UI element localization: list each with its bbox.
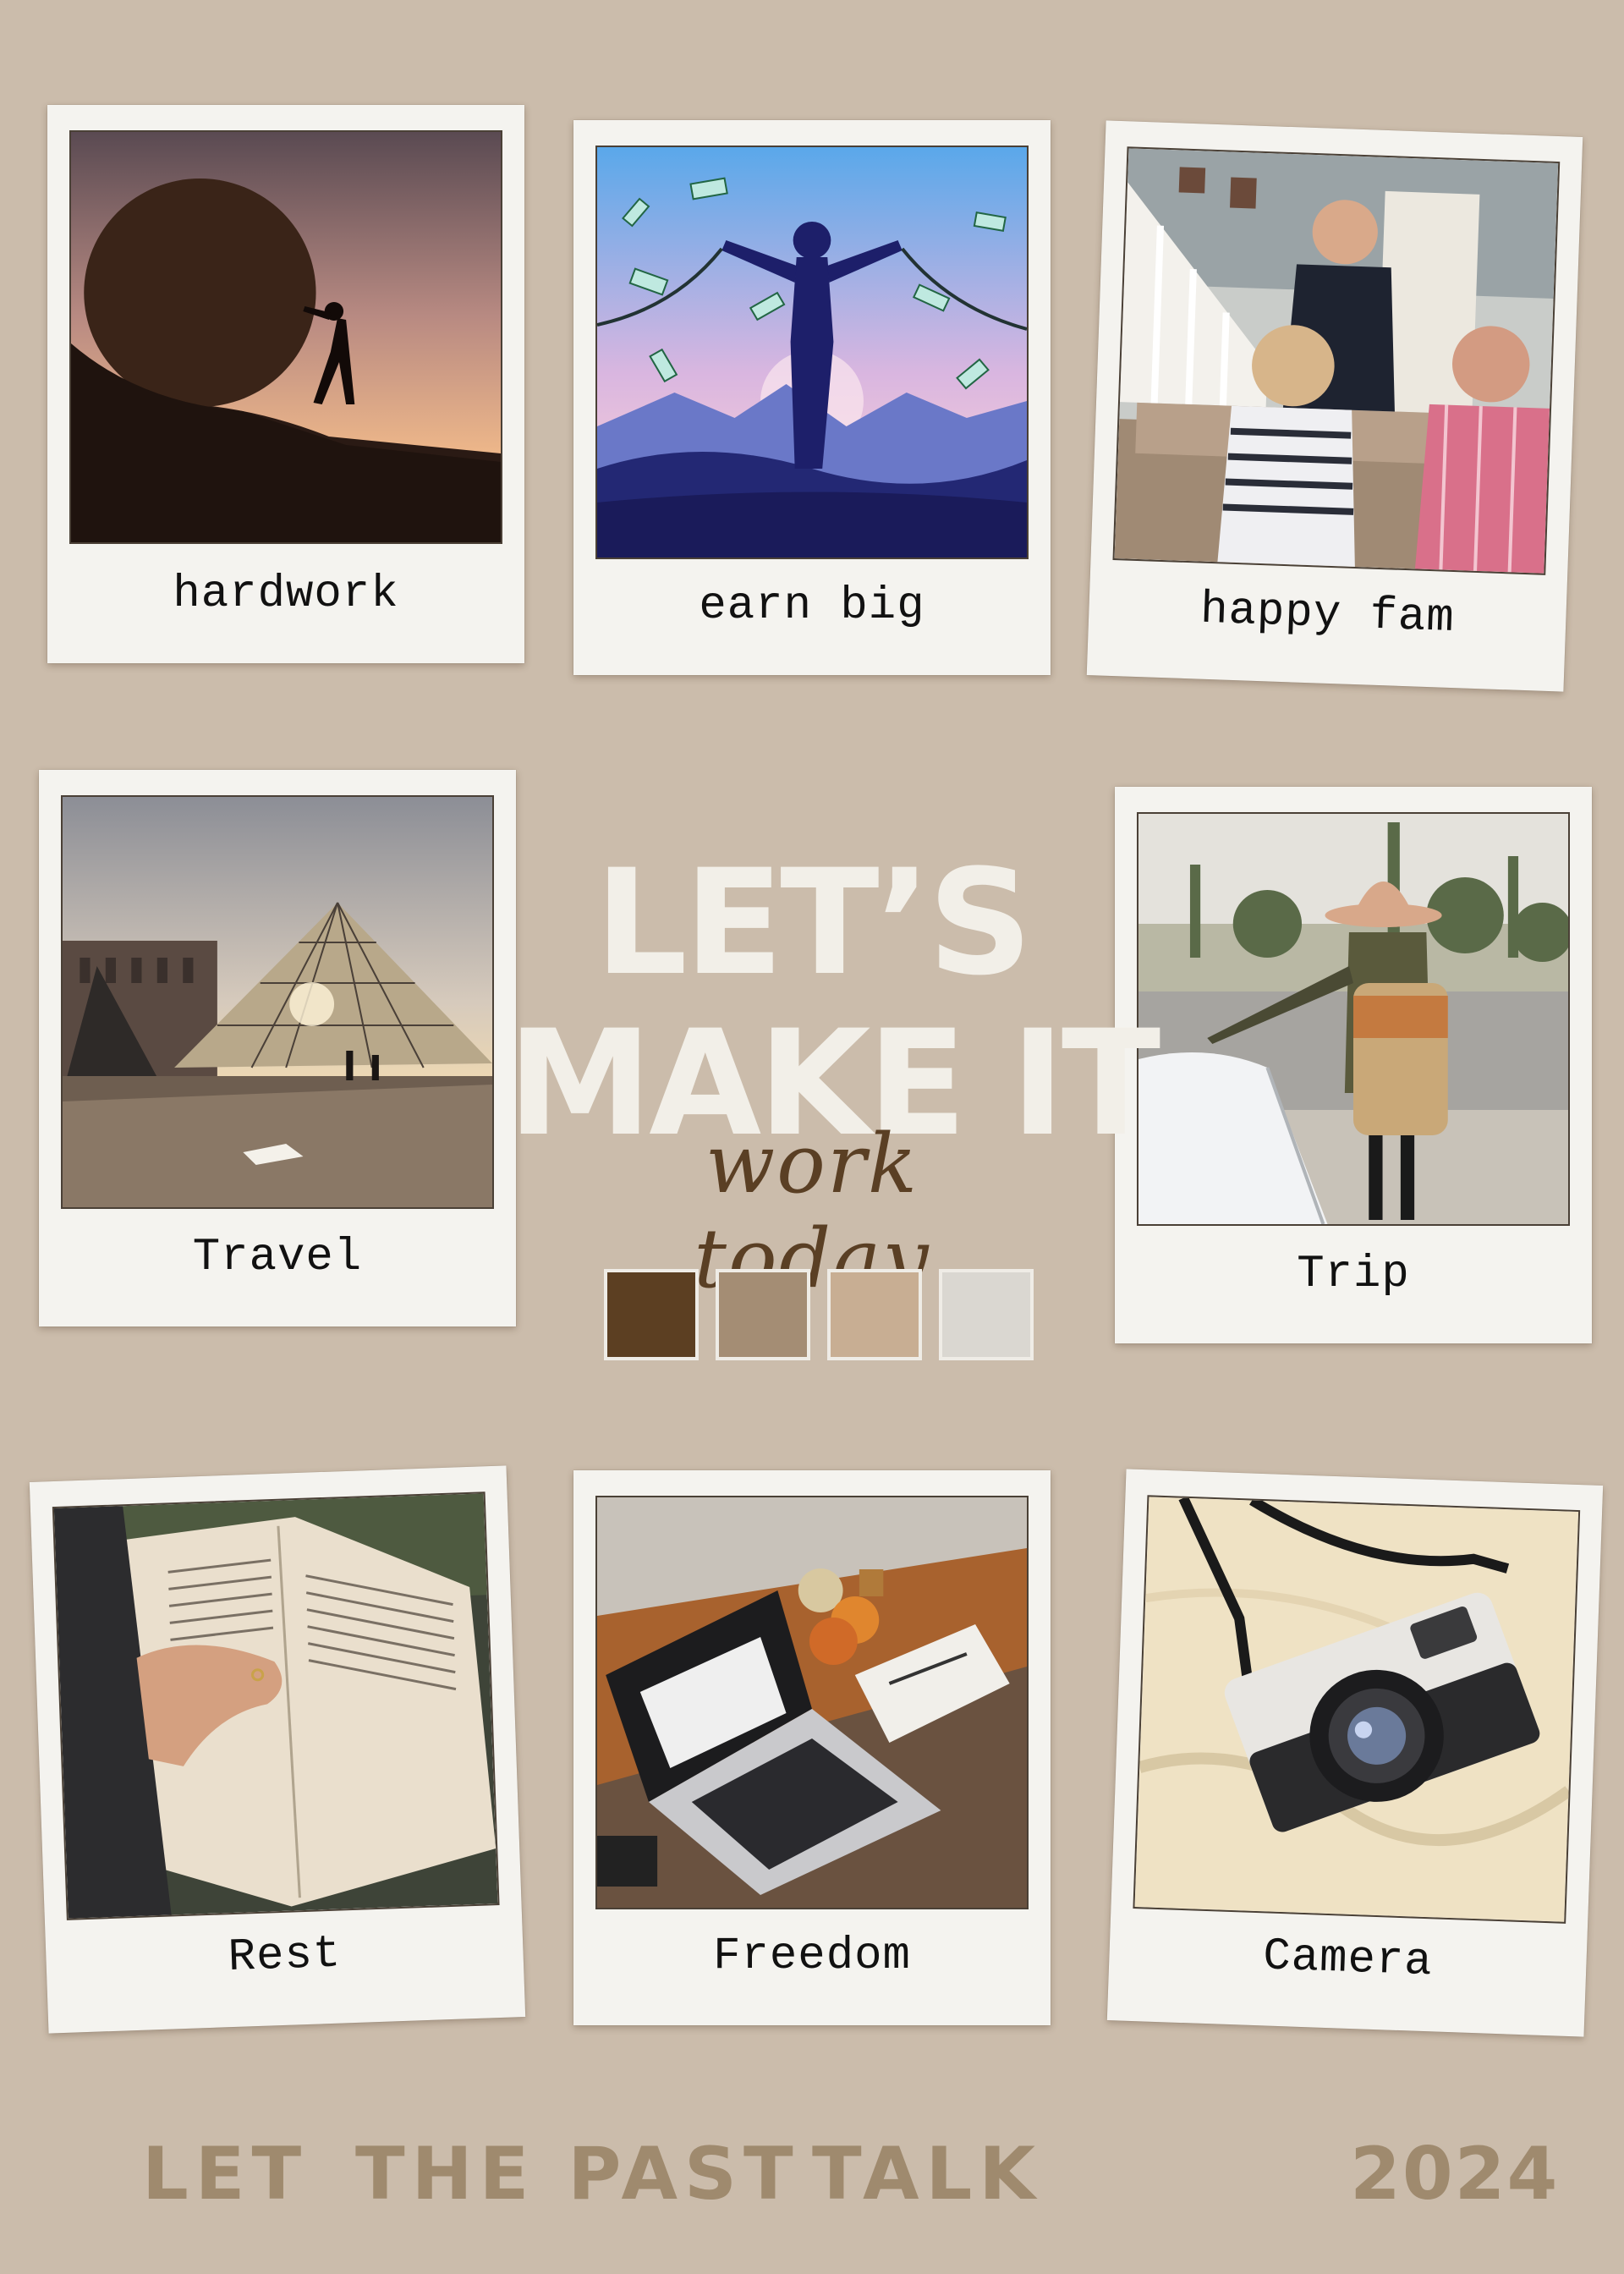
polaroid-freedom: Freedom bbox=[573, 1470, 1051, 2025]
polaroid-happy-fam: happy fam bbox=[1086, 120, 1583, 692]
caption-trip: Trip bbox=[1297, 1248, 1410, 1300]
polaroid-travel: Travel bbox=[39, 770, 516, 1326]
man-pushing-boulder-photo bbox=[69, 130, 502, 544]
footer-word-talk: TALK bbox=[812, 2132, 1042, 2216]
caption-camera: Camera bbox=[1262, 1930, 1434, 1988]
footer-word-the-past: THE PAST bbox=[355, 2132, 800, 2216]
caption-freedom: Freedom bbox=[713, 1930, 911, 1982]
family-on-couch-photo bbox=[1112, 146, 1561, 575]
caption-travel: Travel bbox=[192, 1231, 363, 1283]
reading-book-photo bbox=[52, 1491, 500, 1920]
breaking-chains-money-illustration bbox=[595, 146, 1029, 559]
caption-rest: Rest bbox=[227, 1928, 343, 1984]
footer-year: 2024 bbox=[1350, 2132, 1560, 2216]
swatch-light-gray bbox=[939, 1269, 1034, 1360]
backpacker-roadside-photo bbox=[1137, 812, 1570, 1226]
polaroid-hardwork: hardwork bbox=[47, 105, 524, 663]
camera-on-blanket-photo bbox=[1133, 1495, 1581, 1924]
headline-line-1: LET’S bbox=[595, 838, 1033, 1008]
swatch-dark-brown bbox=[604, 1269, 699, 1360]
polaroid-rest: Rest bbox=[29, 1465, 526, 2034]
swatch-taupe bbox=[716, 1269, 810, 1360]
footer-word-let: LET bbox=[142, 2132, 309, 2216]
caption-earn-big: earn big bbox=[699, 579, 925, 632]
color-palette bbox=[604, 1269, 1034, 1360]
laptop-desk-photo bbox=[595, 1496, 1029, 1909]
caption-hardwork: hardwork bbox=[173, 568, 399, 620]
louvre-pyramid-photo bbox=[61, 795, 494, 1209]
swatch-sand bbox=[827, 1269, 922, 1360]
polaroid-trip: Trip bbox=[1115, 787, 1592, 1343]
polaroid-camera: Camera bbox=[1106, 1469, 1604, 2037]
caption-happy-fam: happy fam bbox=[1199, 584, 1456, 645]
polaroid-earn-big: earn big bbox=[573, 120, 1051, 675]
